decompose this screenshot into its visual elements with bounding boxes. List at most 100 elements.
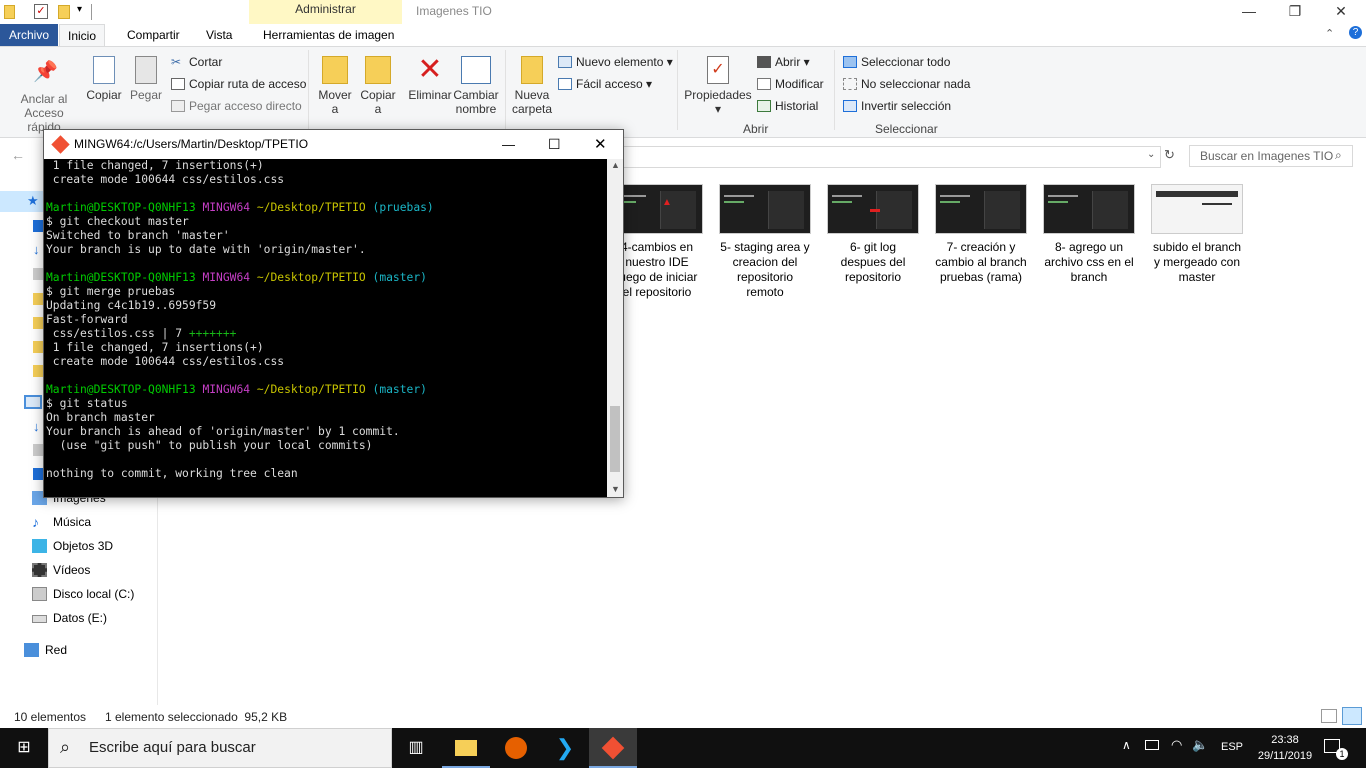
edit-button[interactable]: Modificar: [757, 75, 824, 93]
nav-partial-icon: [33, 220, 43, 232]
cut-button[interactable]: ✂ Cortar: [171, 53, 222, 71]
select-all-button[interactable]: Seleccionar todo: [843, 53, 950, 71]
rename-icon: [461, 56, 491, 84]
terminal-maximize-button[interactable]: ☐: [548, 130, 561, 159]
search-input[interactable]: Buscar en Imagenes TIO: [1189, 145, 1353, 167]
prompt-env: MINGW64: [202, 383, 251, 396]
file-caption[interactable]: 6- git log despues del repositorio: [823, 240, 923, 285]
terminal-line: create mode 100644 css/estilos.css: [46, 173, 285, 186]
nav-label: Red: [45, 643, 68, 657]
terminal-output[interactable]: 1 file changed, 7 insertions(+) create m…: [44, 159, 607, 497]
restore-button[interactable]: ❐: [1272, 0, 1318, 24]
tab-herramientas-imagen[interactable]: Herramientas de imagen: [255, 24, 402, 46]
easy-access-icon: [558, 78, 572, 90]
clock-date: 29/11/2019: [1257, 750, 1313, 762]
easy-access-button[interactable]: Fácil acceso ▾: [558, 75, 652, 93]
battery-icon[interactable]: [1145, 740, 1159, 750]
copy-button[interactable]: Copiar: [84, 56, 124, 102]
prompt-user: Martin@DESKTOP-Q0NHF13: [46, 383, 196, 396]
delete-x-icon: ✕: [417, 53, 443, 86]
file-caption[interactable]: 7- creación y cambio al branch pruebas (ra…: [931, 240, 1031, 285]
file-thumbnail[interactable]: ▲: [611, 184, 703, 234]
minimize-button[interactable]: —: [1226, 0, 1272, 24]
taskbar-search-input[interactable]: Escribe aquí para buscar: [48, 728, 392, 768]
nav-item-red[interactable]: Red: [24, 639, 67, 661]
collapse-ribbon-icon[interactable]: ⌃: [1325, 27, 1334, 40]
diff-plus-marks: +++++++: [188, 327, 237, 340]
details-view-icon[interactable]: [1321, 709, 1337, 723]
copy-path-button[interactable]: Copiar ruta de acceso: [171, 75, 306, 93]
nav-item-datos-e[interactable]: Datos (E:): [32, 607, 107, 629]
paste-shortcut-button[interactable]: Pegar acceso directo: [171, 97, 302, 115]
pin-quick-access-button[interactable]: 📌 Anclar al Acceso rápido: [6, 60, 82, 134]
rename-label: Cambiar: [453, 88, 499, 102]
nav-item-videos[interactable]: Vídeos: [32, 559, 90, 581]
terminal-window[interactable]: MINGW64:/c/Users/Martin/Desktop/TPETIO —…: [43, 129, 624, 498]
file-explorer-taskbar-icon[interactable]: [442, 728, 490, 768]
open-button[interactable]: Abrir ▾: [757, 53, 810, 71]
tab-inicio[interactable]: Inicio: [59, 24, 106, 47]
close-button[interactable]: ✕: [1318, 0, 1364, 24]
file-thumbnail[interactable]: [935, 184, 1027, 234]
download-arrow-icon: ↓: [33, 242, 40, 257]
address-bar[interactable]: [617, 146, 1161, 168]
delete-button[interactable]: ✕ Eliminar: [405, 53, 455, 103]
git-bash-taskbar-icon[interactable]: [589, 728, 637, 768]
terminal-minimize-button[interactable]: —: [502, 130, 515, 159]
new-item-button[interactable]: Nuevo elemento ▾: [558, 53, 673, 71]
properties-button[interactable]: ✓ Propiedades ▾: [684, 56, 752, 116]
invert-selection-icon: [843, 100, 857, 112]
terminal-scroll-thumb[interactable]: [610, 406, 620, 472]
refresh-icon[interactable]: ↻: [1164, 147, 1175, 163]
properties-label: Propiedades: [684, 88, 752, 102]
scroll-down-icon[interactable]: ▼: [611, 484, 620, 494]
paste-button[interactable]: Pegar: [128, 56, 164, 102]
new-folder-icon[interactable]: [58, 5, 70, 19]
tab-compartir[interactable]: Compartir: [119, 24, 188, 46]
nav-label: Disco local (C:): [53, 587, 135, 601]
help-icon[interactable]: ?: [1349, 26, 1362, 39]
windows-start-icon[interactable]: ⊞: [0, 728, 48, 768]
move-to-button[interactable]: Mover a: [314, 56, 356, 116]
terminal-line: Fast-forward: [46, 313, 128, 326]
wifi-icon[interactable]: ◠: [1171, 737, 1182, 753]
file-thumbnail[interactable]: [1043, 184, 1135, 234]
task-view-icon[interactable]: ▥: [392, 728, 440, 768]
terminal-close-button[interactable]: ✕: [594, 130, 607, 159]
group-divider: [677, 50, 678, 130]
copy-to-button[interactable]: Copiar a: [358, 56, 398, 116]
scroll-up-icon[interactable]: ▲: [611, 160, 620, 170]
quick-access-star-icon[interactable]: ★: [27, 193, 39, 209]
clock[interactable]: 23:38 29/11/2019: [1253, 732, 1317, 764]
search-icon[interactable]: ⌕: [1335, 148, 1342, 163]
tab-vista[interactable]: Vista: [198, 24, 240, 46]
rename-button[interactable]: Cambiar nombre: [453, 56, 499, 116]
file-thumbnail[interactable]: [719, 184, 811, 234]
properties-check-icon[interactable]: ✓: [34, 4, 48, 19]
select-none-button[interactable]: No seleccionar nada: [843, 75, 970, 93]
file-thumbnail[interactable]: [827, 184, 919, 234]
file-caption[interactable]: 5- staging area y creacion del repositorio…: [715, 240, 815, 300]
new-folder-button[interactable]: Nueva carpeta: [510, 56, 554, 116]
file-caption[interactable]: subido el branch y mergeado con master: [1147, 240, 1247, 285]
nav-partial-folder-icon: [33, 293, 43, 305]
language-indicator[interactable]: ESP: [1221, 741, 1243, 753]
nav-item-disco-c[interactable]: Disco local (C:): [32, 583, 134, 605]
file-caption[interactable]: 8- agrego un archivo css en el branch: [1039, 240, 1139, 285]
address-dropdown-icon[interactable]: ⌄: [1147, 149, 1155, 160]
status-item-count: 10 elementos: [14, 710, 87, 724]
tab-archivo[interactable]: Archivo: [0, 24, 59, 46]
nav-item-musica[interactable]: ♪ Música: [32, 511, 91, 533]
volume-icon[interactable]: 🔈: [1192, 737, 1208, 753]
show-hidden-icons-chevron[interactable]: ∧: [1122, 738, 1131, 752]
quick-access-chevron-icon[interactable]: ▾: [77, 4, 82, 15]
copy-to-label: Copiar: [360, 88, 396, 102]
nav-item-objetos-3d[interactable]: Objetos 3D: [32, 535, 113, 557]
file-thumbnail[interactable]: [1151, 184, 1243, 234]
vscode-taskbar-icon[interactable]: ❯: [541, 728, 589, 768]
history-button[interactable]: Historial: [757, 97, 818, 115]
back-arrow-icon[interactable]: ←: [11, 147, 25, 163]
firefox-taskbar-icon[interactable]: [492, 728, 540, 768]
large-icons-view-icon[interactable]: [1342, 707, 1362, 725]
invert-selection-button[interactable]: Invertir selección: [843, 97, 951, 115]
